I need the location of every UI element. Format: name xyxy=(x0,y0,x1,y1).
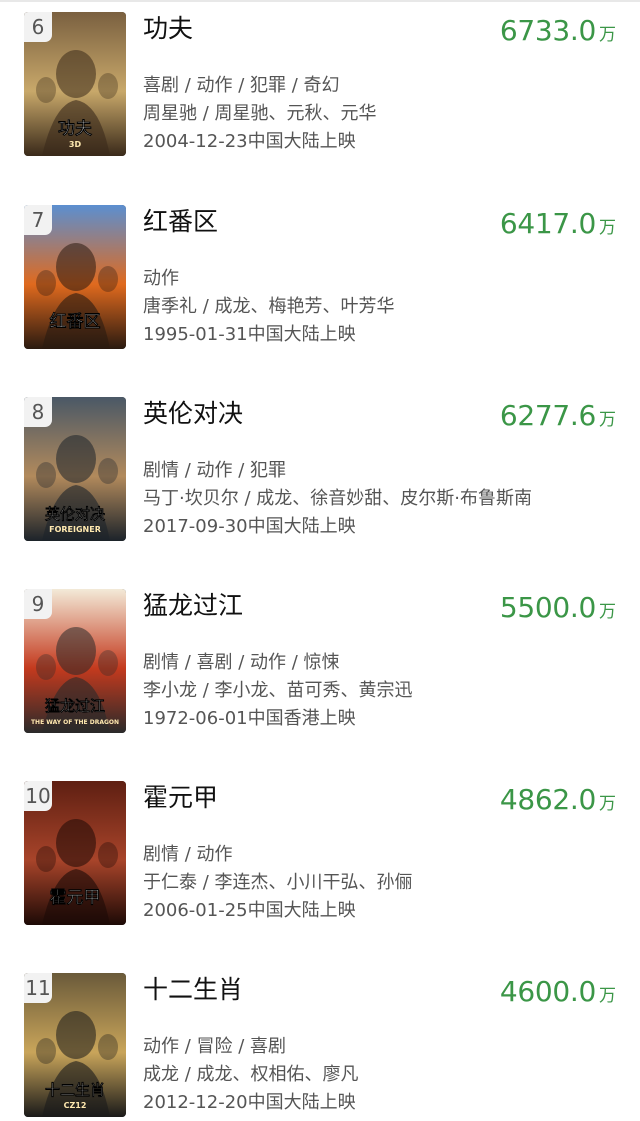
movie-release-date: 2017-09-30中国大陆上映 xyxy=(143,516,356,537)
poster-figure-side xyxy=(36,270,56,296)
box-office: 4862.0 万 xyxy=(500,783,616,816)
movie-release-date: 2012-12-20中国大陆上映 xyxy=(143,1092,356,1113)
rank-badge: 8 xyxy=(24,397,52,427)
box-office-unit: 万 xyxy=(599,602,616,622)
movie-title[interactable]: 功夫 xyxy=(143,12,193,46)
movie-director-cast: 唐季礼 / 成龙、梅艳芳、叶芳华 xyxy=(143,296,395,317)
rank-badge: 7 xyxy=(24,205,52,235)
poster-subtitle-text: FOREIGNER xyxy=(49,525,101,534)
movie-title[interactable]: 红番区 xyxy=(143,205,218,239)
movie-director-cast: 成龙 / 成龙、权相佑、廖凡 xyxy=(143,1064,359,1085)
box-office-value: 6733.0 xyxy=(499,14,596,47)
movie-item[interactable]: 霍元甲 10 霍元甲 4862.0 万 剧情 / 动作 于仁泰 / 李连杰、小川干… xyxy=(0,769,640,929)
box-office-unit: 万 xyxy=(599,218,616,238)
poster-figure-side xyxy=(98,266,118,292)
movie-release-date: 1995-01-31中国大陆上映 xyxy=(143,324,356,345)
poster-title-text: 英伦对决 xyxy=(45,505,106,523)
movie-release-date: 2004-12-23中国大陆上映 xyxy=(143,131,356,152)
poster-figure-side xyxy=(98,842,118,868)
movie-item[interactable]: 功夫 3D 6 功夫 6733.0 万 喜剧 / 动作 / 犯罪 / 奇幻 周星驰 … xyxy=(0,0,640,160)
poster-figure-head xyxy=(56,627,96,675)
movie-poster[interactable]: 霍元甲 10 xyxy=(24,781,126,925)
movie-item[interactable]: 红番区 7 红番区 6417.0 万 动作 唐季礼 / 成龙、梅艳芳、叶芳华 19… xyxy=(0,193,640,353)
poster-figure-side xyxy=(36,462,56,488)
movie-genres: 剧情 / 动作 / 犯罪 xyxy=(143,460,287,481)
box-office-value: 6417.0 xyxy=(499,207,596,240)
poster-title-text: 红番区 xyxy=(50,311,101,332)
box-office-unit: 万 xyxy=(599,25,616,45)
movie-item[interactable]: 猛龙过江 THE WAY OF THE DRAGON 9 猛龙过江 5500.0 万… xyxy=(0,577,640,737)
poster-figure-head xyxy=(56,819,96,867)
movie-genres: 动作 xyxy=(143,268,179,289)
movie-release-date: 1972-06-01中国香港上映 xyxy=(143,708,356,729)
poster-figure-head xyxy=(56,243,96,291)
poster-figure-side xyxy=(36,1038,56,1064)
poster-subtitle-text: CZ12 xyxy=(64,1101,87,1110)
poster-figure-side xyxy=(36,77,56,103)
movie-genres: 动作 / 冒险 / 喜剧 xyxy=(143,1036,287,1057)
movie-poster[interactable]: 功夫 3D 6 xyxy=(24,12,126,156)
poster-subtitle-text: 3D xyxy=(69,140,82,149)
movie-poster[interactable]: 红番区 7 xyxy=(24,205,126,349)
box-office: 5500.0 万 xyxy=(500,591,616,624)
rank-badge: 6 xyxy=(24,12,52,42)
poster-figure-side xyxy=(36,654,56,680)
box-office: 6417.0 万 xyxy=(500,207,616,240)
movie-director-cast: 周星驰 / 周星驰、元秋、元华 xyxy=(143,103,377,124)
movie-genres: 剧情 / 喜剧 / 动作 / 惊悚 xyxy=(143,652,340,673)
movie-title[interactable]: 猛龙过江 xyxy=(143,589,243,623)
box-office-unit: 万 xyxy=(599,986,616,1006)
poster-figure-head xyxy=(56,1011,96,1059)
poster-figure-side xyxy=(98,1034,118,1060)
poster-title-text: 猛龙过江 xyxy=(44,697,105,715)
box-office: 6277.6 万 xyxy=(500,399,616,432)
box-office-value: 4600.0 xyxy=(499,975,596,1008)
box-office-value: 6277.6 xyxy=(499,399,596,432)
poster-figure-side xyxy=(98,73,118,99)
movie-director-cast: 马丁·坎贝尔 / 成龙、徐音妙甜、皮尔斯·布鲁斯南 xyxy=(143,488,532,509)
movie-poster[interactable]: 英伦对决 FOREIGNER 8 xyxy=(24,397,126,541)
movie-poster[interactable]: 十二生肖 CZ12 11 xyxy=(24,973,126,1117)
movie-genres: 喜剧 / 动作 / 犯罪 / 奇幻 xyxy=(143,75,340,96)
poster-figure-side xyxy=(98,650,118,676)
poster-subtitle-text: THE WAY OF THE DRAGON xyxy=(31,719,119,726)
poster-figure-side xyxy=(98,458,118,484)
box-office: 4600.0 万 xyxy=(500,975,616,1008)
movie-title[interactable]: 十二生肖 xyxy=(143,973,243,1007)
movie-title[interactable]: 英伦对决 xyxy=(143,397,243,431)
movie-title[interactable]: 霍元甲 xyxy=(143,781,218,815)
poster-figure-head xyxy=(56,50,96,98)
box-office-value: 5500.0 xyxy=(499,591,596,624)
rank-badge: 10 xyxy=(24,781,52,811)
poster-title-text: 十二生肖 xyxy=(45,1081,105,1099)
movie-director-cast: 李小龙 / 李小龙、苗可秀、黄宗迅 xyxy=(143,680,413,701)
box-office-value: 4862.0 xyxy=(499,783,596,816)
movie-item[interactable]: 十二生肖 CZ12 11 十二生肖 4600.0 万 动作 / 冒险 / 喜剧 成龙… xyxy=(0,961,640,1121)
box-office-unit: 万 xyxy=(599,794,616,814)
poster-figure-side xyxy=(36,846,56,872)
poster-figure-head xyxy=(56,435,96,483)
movie-director-cast: 于仁泰 / 李连杰、小川干弘、孙俪 xyxy=(143,872,413,893)
movie-genres: 剧情 / 动作 xyxy=(143,844,233,865)
box-office-unit: 万 xyxy=(599,410,616,430)
movie-poster[interactable]: 猛龙过江 THE WAY OF THE DRAGON 9 xyxy=(24,589,126,733)
rank-badge: 11 xyxy=(24,973,52,1003)
poster-title-text: 霍元甲 xyxy=(50,888,101,908)
movie-item[interactable]: 英伦对决 FOREIGNER 8 英伦对决 6277.6 万 剧情 / 动作 / 犯… xyxy=(0,385,640,545)
box-office: 6733.0 万 xyxy=(500,14,616,47)
rank-badge: 9 xyxy=(24,589,52,619)
poster-title-text: 功夫 xyxy=(58,118,93,139)
movie-release-date: 2006-01-25中国大陆上映 xyxy=(143,900,356,921)
